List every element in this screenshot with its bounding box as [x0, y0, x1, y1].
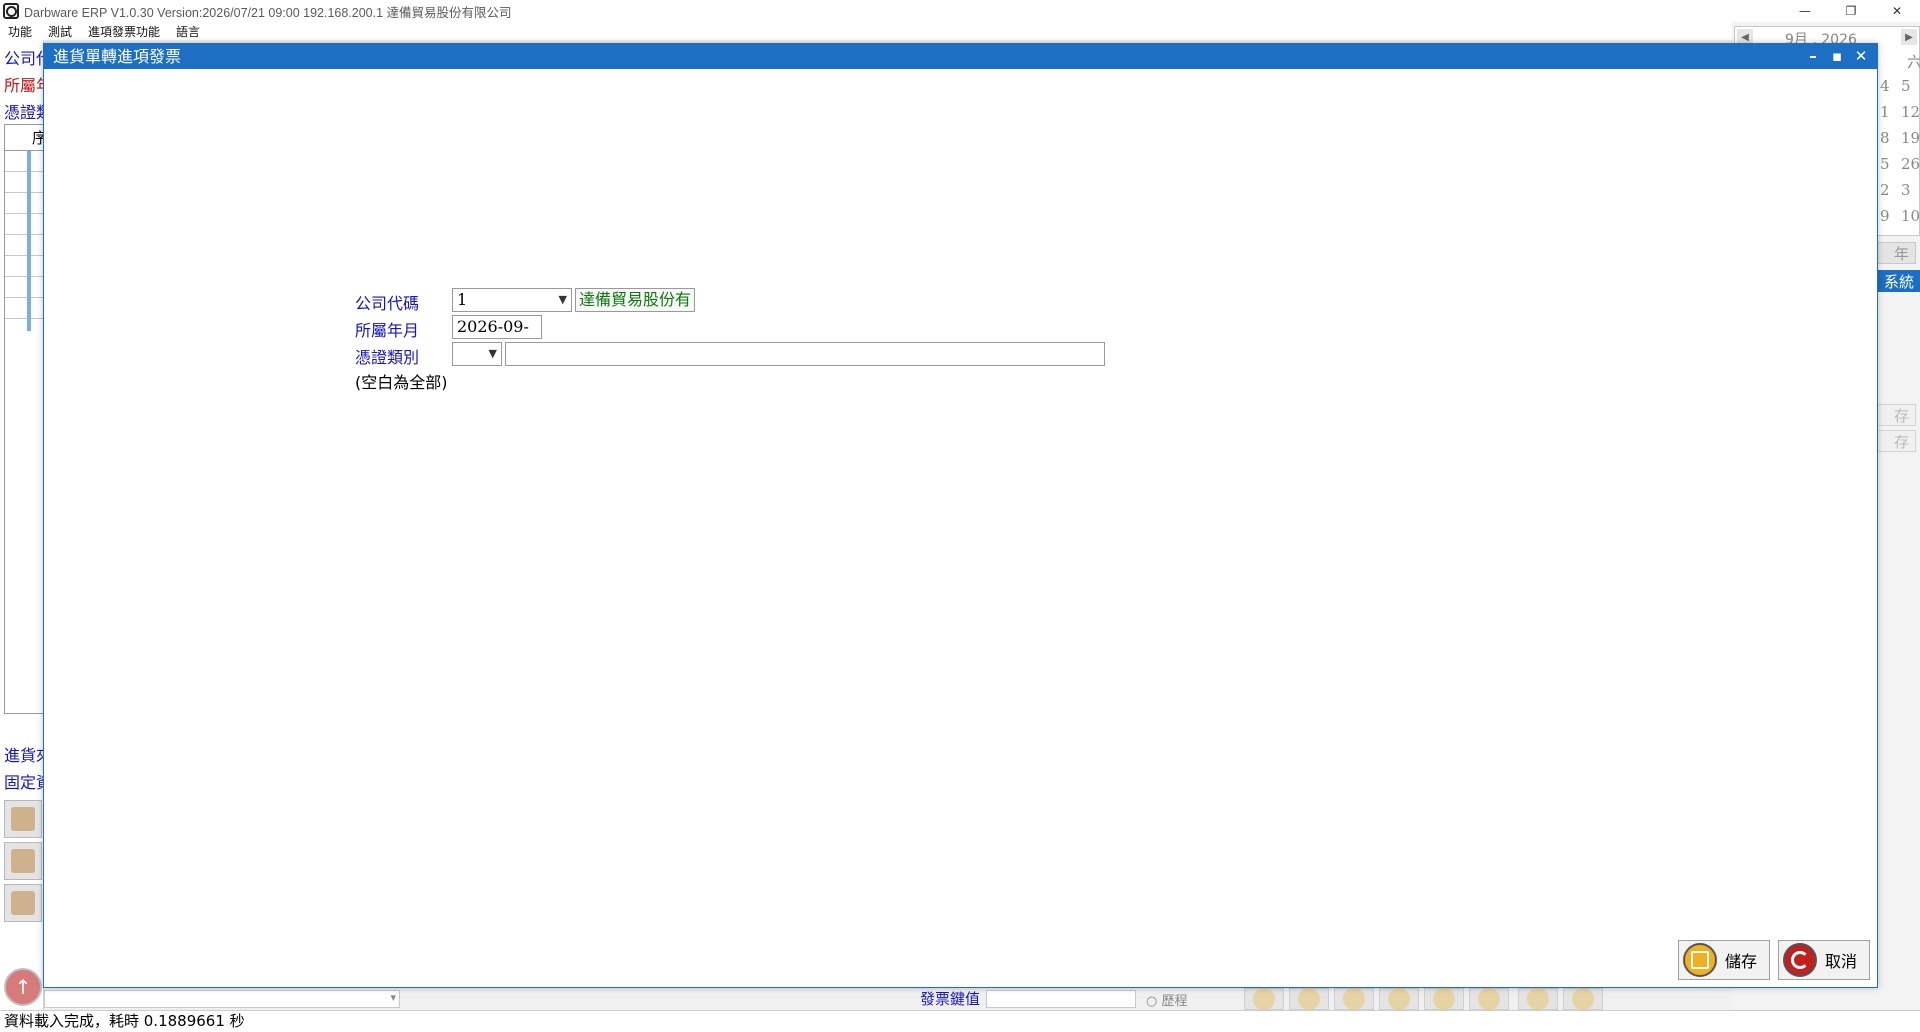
- bg-grid-header: 序: [5, 125, 47, 151]
- close-button[interactable]: ✕: [1874, 0, 1920, 22]
- dropdown-arrow-icon: ▼: [558, 293, 567, 306]
- bg-invoice-key-input[interactable]: [986, 990, 1136, 1008]
- dialog-minimize-icon[interactable]: –: [1801, 44, 1825, 69]
- save-button-label: 儲存: [1725, 952, 1758, 971]
- status-bar: 資料載入完成，耗時 0.1889661 秒: [0, 1010, 1920, 1032]
- next-icon: [1388, 988, 1410, 1010]
- bg-purchase-label: 進貨來源: [4, 746, 44, 765]
- bg-note-button[interactable]: [4, 800, 42, 838]
- dropdown-arrow-icon: ▼: [488, 347, 497, 360]
- calendar-date[interactable]: 26: [1901, 155, 1920, 173]
- calendar-date[interactable]: 19: [1901, 129, 1920, 147]
- cancel-button-label: 取消: [1825, 952, 1858, 971]
- dialog-titlebar: 進貨單轉進項發票 – ▪ ✕: [44, 44, 1877, 69]
- menu-item-function[interactable]: 功能: [0, 23, 40, 40]
- menu-bar: 功能 測試 進項發票功能 語言: [0, 22, 1920, 40]
- prev-icon: [1298, 988, 1320, 1010]
- bg-system-button[interactable]: 系統: [1876, 270, 1920, 292]
- save-icon: [1683, 943, 1717, 977]
- bg-save2-button[interactable]: 存: [1876, 430, 1916, 452]
- calendar-date[interactable]: 5: [1880, 155, 1890, 173]
- calendar-date[interactable]: 5: [1901, 77, 1911, 95]
- calendar-date[interactable]: 9: [1880, 207, 1890, 225]
- bg-prev-button[interactable]: [1289, 988, 1329, 1010]
- note-icon: [11, 807, 35, 831]
- cancel-icon: [1783, 943, 1817, 977]
- app-title: Darbware ERP V1.0.30 Version:2026/07/21 …: [24, 5, 512, 20]
- convert-invoice-dialog: 進貨單轉進項發票 – ▪ ✕ 公司代碼 1 ▼ 達備貿易股份有 所屬年月 202…: [43, 43, 1878, 988]
- menu-item-invoice-functions[interactable]: 進項發票功能: [80, 23, 168, 40]
- last-icon: [1433, 988, 1455, 1010]
- bg-save-button[interactable]: 存: [1876, 404, 1916, 426]
- calendar-date[interactable]: 8: [1880, 129, 1890, 147]
- bg-invoice-key-label: 發票鍵值: [920, 990, 981, 1008]
- app-titlebar: Darbware ERP V1.0.30 Version:2026/07/21 …: [0, 0, 1920, 22]
- cancel-button[interactable]: 取消: [1778, 940, 1870, 980]
- calendar-date[interactable]: 2: [1880, 181, 1890, 199]
- blank-means-all-hint: (空白為全部): [355, 373, 448, 392]
- app-root: Darbware ERP V1.0.30 Version:2026/07/21 …: [0, 0, 1920, 1032]
- company-code-value: 1: [457, 290, 468, 309]
- menu-item-language[interactable]: 語言: [168, 23, 208, 40]
- voucher-type-select[interactable]: ▼: [452, 342, 502, 366]
- dialog-close-icon[interactable]: ✕: [1849, 44, 1873, 69]
- calendar-next-icon[interactable]: ▶: [1901, 29, 1917, 45]
- dialog-maximize-icon[interactable]: ▪: [1825, 44, 1849, 69]
- bg-help-button[interactable]: [1469, 988, 1509, 1010]
- bg-next-button[interactable]: [1379, 988, 1419, 1010]
- period-label: 所屬年月: [355, 321, 420, 340]
- dialog-title: 進貨單轉進項發票: [53, 47, 182, 66]
- save-button[interactable]: 儲存: [1678, 940, 1770, 980]
- edit-icon: [1527, 988, 1549, 1010]
- bg-search-button[interactable]: [1334, 988, 1374, 1010]
- bg-data-grid[interactable]: 序: [4, 124, 47, 714]
- arrow-up-icon: ↑: [14, 975, 32, 999]
- user-icon: [11, 849, 35, 873]
- calendar-date[interactable]: 12: [1901, 103, 1920, 121]
- bg-folder-button[interactable]: [4, 884, 42, 922]
- company-name-display: 達備貿易股份有: [575, 288, 695, 312]
- background-bottom-bar: 發票鍵值 ○ 歷程: [44, 988, 1732, 1010]
- bg-upload-button[interactable]: ↑: [4, 968, 42, 1006]
- help-icon: [1478, 988, 1500, 1010]
- company-code-label: 公司代碼: [355, 294, 420, 313]
- folder-icon: [11, 891, 35, 915]
- search-icon: [1343, 988, 1365, 1010]
- bg-company-label: 公司代碼: [4, 49, 44, 68]
- bg-edit-button[interactable]: [1518, 988, 1558, 1010]
- bg-bottom-combo[interactable]: [44, 990, 400, 1008]
- calendar-date[interactable]: 10: [1901, 207, 1920, 225]
- background-form-left: 公司代碼 所屬年月 憑證類別 序 進貨來源 固定資產 ↑: [0, 40, 47, 1010]
- bg-year-button[interactable]: 年: [1876, 242, 1916, 264]
- voucher-description-input[interactable]: [505, 342, 1105, 366]
- bg-voucher-label: 憑證類別: [4, 103, 44, 122]
- bg-history-radio[interactable]: ○ 歷程: [1146, 990, 1188, 1009]
- new-icon: [1572, 988, 1594, 1010]
- app-logo-icon: [3, 3, 19, 19]
- calendar-date[interactable]: 3: [1901, 181, 1911, 199]
- menu-item-test[interactable]: 測試: [40, 23, 80, 40]
- bg-new-button[interactable]: [1563, 988, 1603, 1010]
- bg-period-label: 所屬年月: [4, 76, 44, 95]
- voucher-type-label: 憑證類別: [355, 348, 420, 367]
- company-code-select[interactable]: 1 ▼: [452, 288, 572, 312]
- first-icon: [1253, 988, 1275, 1010]
- minimize-button[interactable]: —: [1782, 0, 1828, 22]
- period-input[interactable]: 2026-09-10: [452, 315, 542, 358]
- bg-fixed-label: 固定資產: [4, 773, 44, 792]
- bg-last-button[interactable]: [1424, 988, 1464, 1010]
- window-controls: — ❐ ✕: [1782, 0, 1920, 22]
- calendar-weekday: 六: [1907, 53, 1920, 71]
- calendar-date[interactable]: 4: [1880, 77, 1890, 95]
- restore-button[interactable]: ❐: [1828, 0, 1874, 22]
- bg-first-button[interactable]: [1244, 988, 1284, 1010]
- dialog-window-controls: – ▪ ✕: [1801, 44, 1873, 69]
- calendar-date[interactable]: 1: [1880, 103, 1890, 121]
- bg-user-button[interactable]: [4, 842, 42, 880]
- bg-history-label: 歷程: [1161, 994, 1188, 1009]
